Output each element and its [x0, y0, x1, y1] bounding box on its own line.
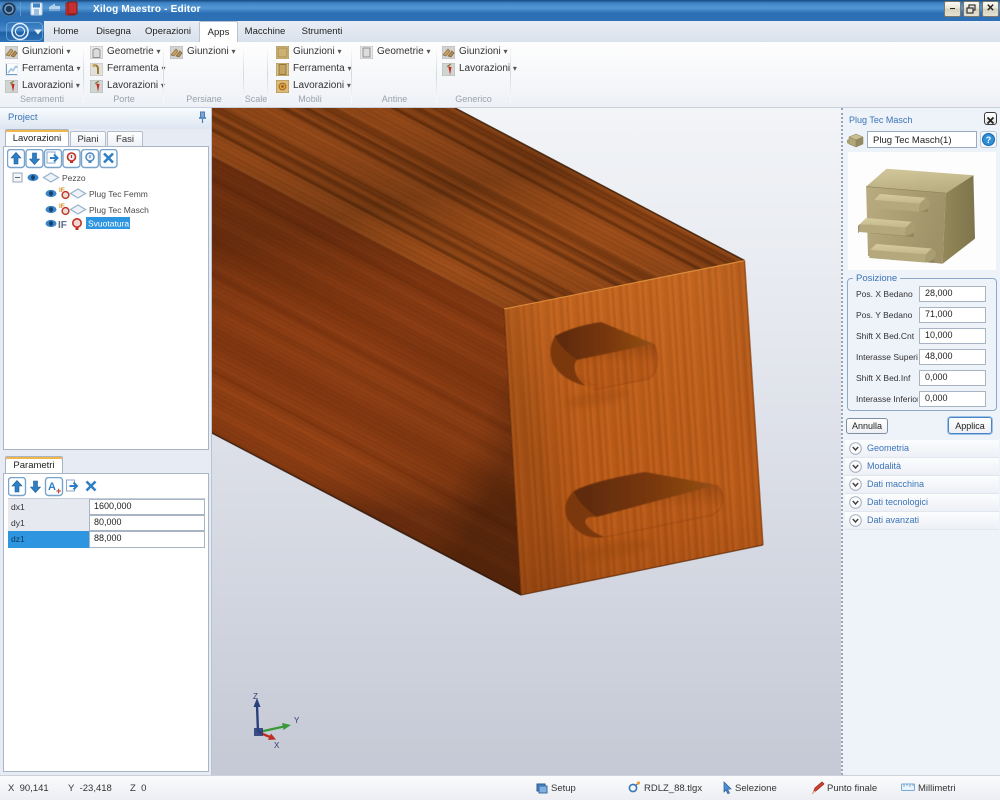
svg-text:Pezzo: Pezzo — [62, 173, 86, 183]
svg-text:Z: Z — [253, 692, 258, 701]
svg-text:Y: Y — [294, 716, 300, 725]
svg-text:Plug Tec Masch: Plug Tec Masch — [89, 205, 149, 215]
svg-text:?: ? — [986, 135, 992, 145]
svg-text:Plug Tec Femm: Plug Tec Femm — [89, 189, 148, 199]
svg-text:IF: IF — [58, 220, 67, 231]
svg-text:+: + — [56, 486, 61, 496]
svg-text:X: X — [274, 741, 280, 750]
svg-text:A: A — [48, 481, 56, 493]
svg-text:Svuotatura: Svuotatura — [88, 219, 129, 229]
